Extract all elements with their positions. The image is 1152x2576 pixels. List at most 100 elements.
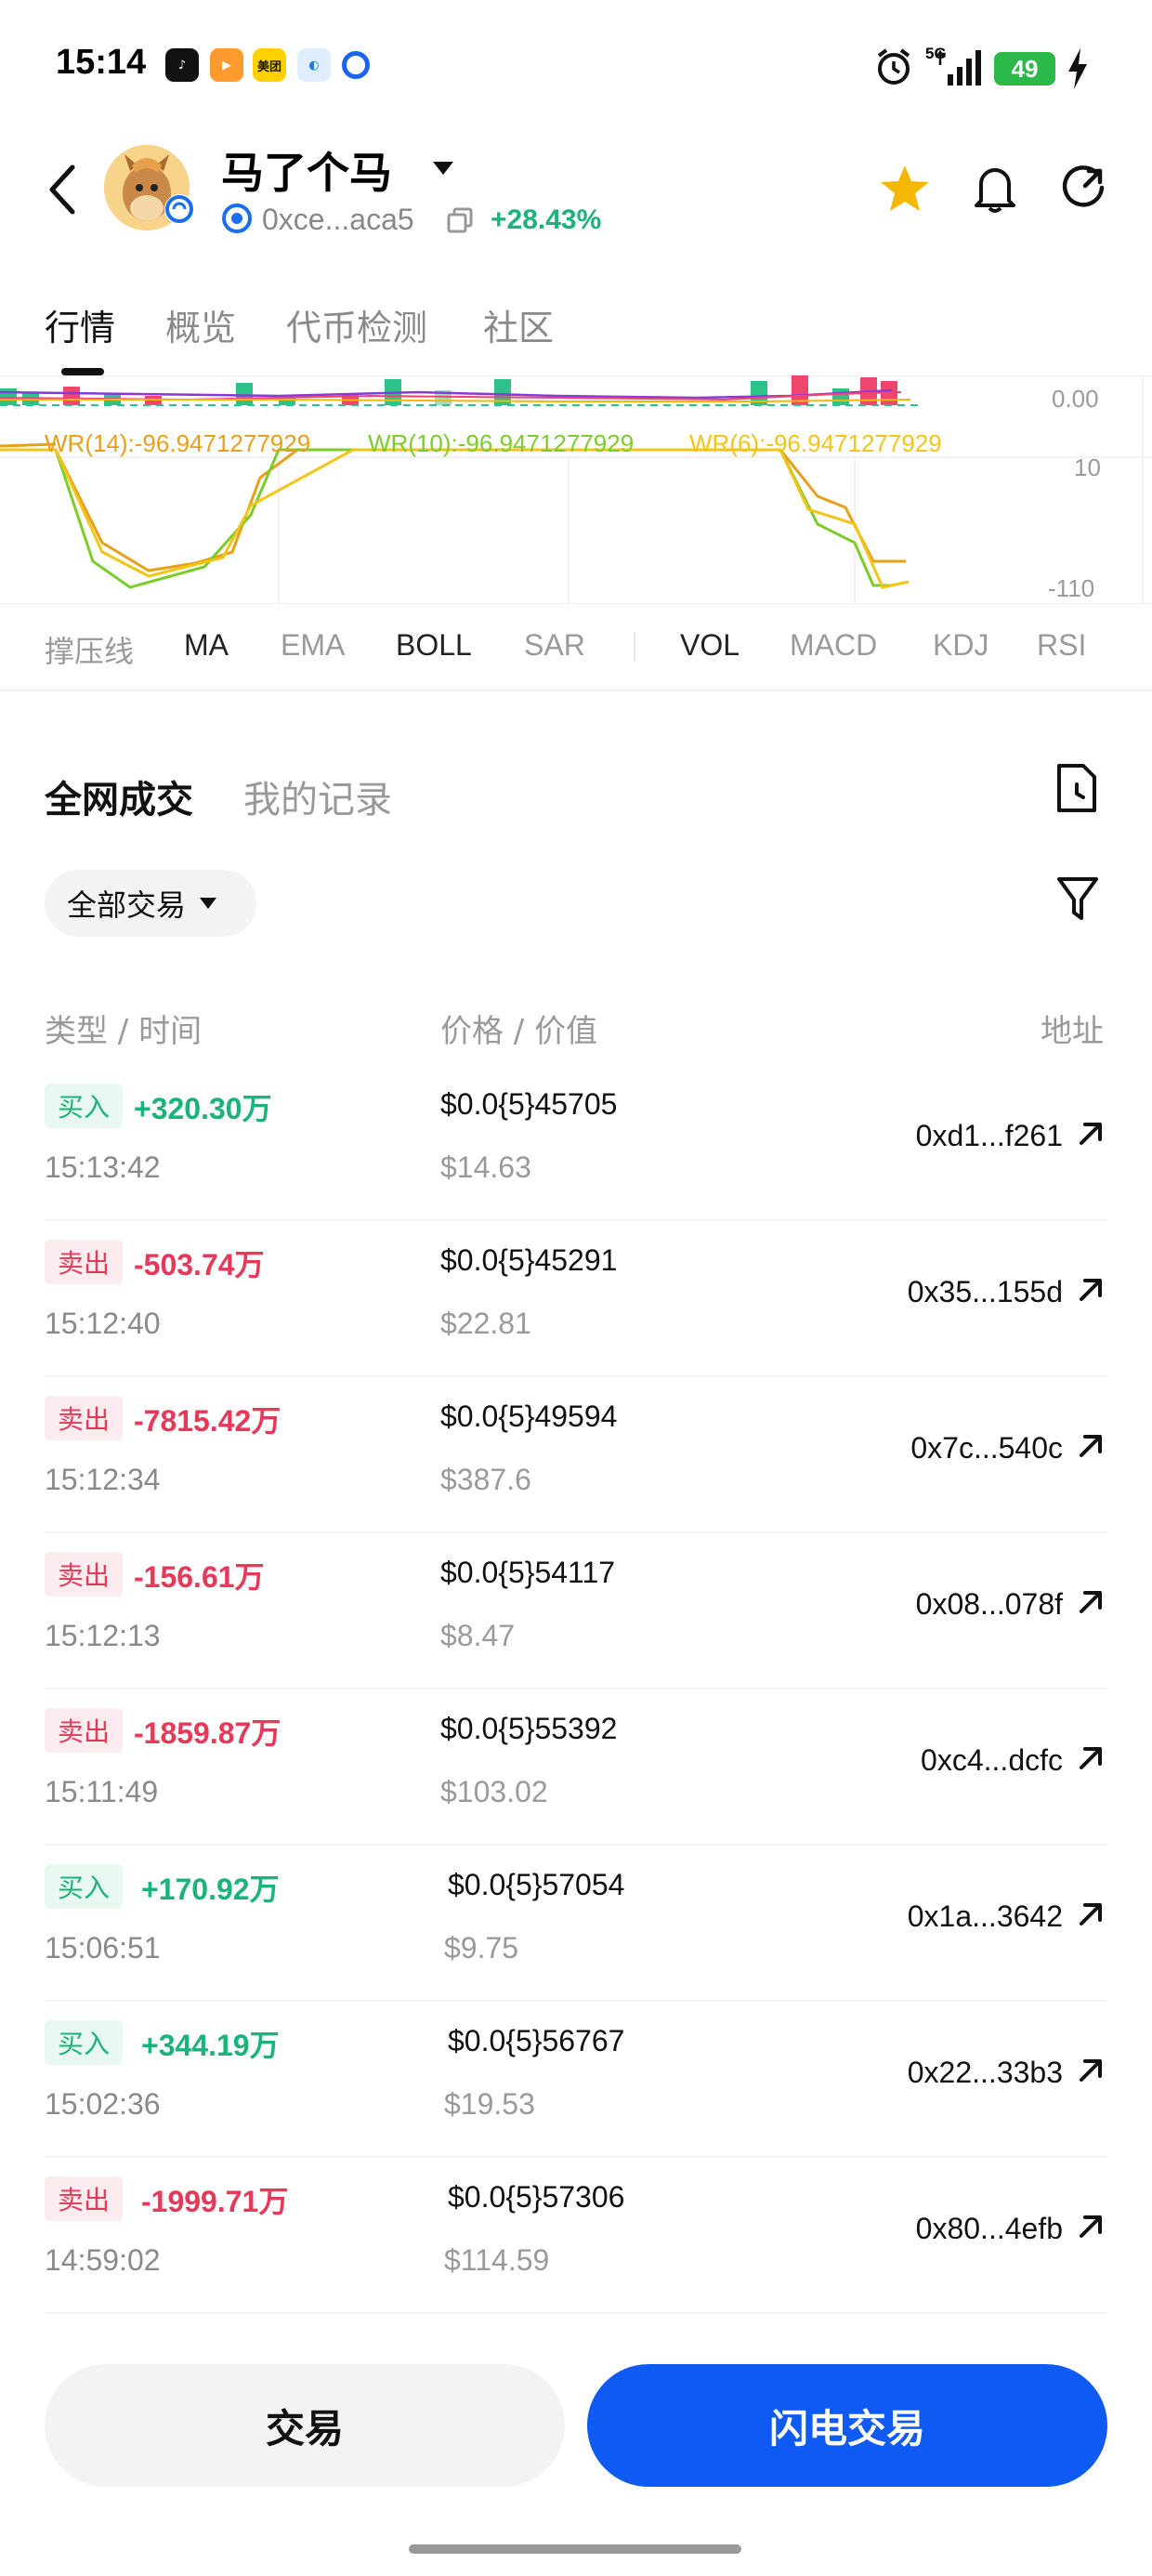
- bell-icon[interactable]: [972, 160, 1018, 216]
- wr14-legend: WR(14):-96.9471277929: [45, 429, 311, 457]
- trade-type-badge: 买入: [45, 2020, 124, 2065]
- battery-indicator: 49: [994, 52, 1055, 85]
- column-price-value: 价格 / 价值: [440, 1013, 598, 1050]
- trade-address[interactable]: 0x08...078f: [916, 1587, 1063, 1622]
- external-link-arrow-icon[interactable]: [1074, 1117, 1107, 1150]
- trade-type-badge: 卖出: [45, 1708, 124, 1753]
- trade-address[interactable]: 0x22...33b3: [908, 2056, 1063, 2090]
- trade-amount: +320.30万: [134, 1092, 272, 1125]
- trade-address[interactable]: 0x1a...3642: [908, 1899, 1063, 1934]
- external-link-arrow-icon[interactable]: [1074, 2210, 1107, 2243]
- trade-time: 15:12:13: [45, 1619, 161, 1652]
- indicator-chart[interactable]: [0, 375, 1152, 604]
- trade-row[interactable]: 买入 +344.19万 15:02:36 $0.0{5}56767 $19.53 0x22…: [45, 2002, 1107, 2158]
- trade-row[interactable]: 买入 +320.30万 15:13:42 $0.0{5}45705 $14.63 0xd1…: [45, 1065, 1107, 1221]
- trade-address[interactable]: 0x7c...540c: [910, 1431, 1063, 1465]
- tab-market[interactable]: 行情: [45, 299, 115, 350]
- trade-price: $0.0{5}54117: [440, 1556, 616, 1589]
- indicator-sar[interactable]: SAR: [524, 628, 585, 663]
- trade-address[interactable]: 0x80...4efb: [916, 2212, 1063, 2246]
- back-arrow-icon[interactable]: [46, 164, 78, 216]
- indicator-vol[interactable]: VOL: [680, 628, 740, 663]
- video-app-icon: ▶: [210, 48, 243, 82]
- network-logo-icon: [222, 204, 252, 233]
- price-change: +28.43%: [491, 204, 602, 235]
- indicator-ma[interactable]: MA: [184, 628, 229, 663]
- trade-price: $0.0{5}55392: [440, 1712, 618, 1745]
- tab-overview[interactable]: 概览: [165, 299, 236, 350]
- trade-address[interactable]: 0xc4...dcfc: [921, 1743, 1063, 1778]
- trade-amount: -1859.87万: [134, 1716, 281, 1750]
- indicator-macd[interactable]: MACD: [790, 628, 877, 663]
- trade-amount: -156.61万: [134, 1560, 265, 1594]
- home-indicator[interactable]: [409, 2544, 741, 2554]
- column-type-time: 类型 / 时间: [45, 1013, 203, 1050]
- external-link-arrow-icon[interactable]: [1074, 1429, 1107, 1463]
- alarm-icon: [877, 48, 910, 85]
- flash-trade-button[interactable]: 闪电交易: [587, 2364, 1107, 2487]
- trade-row[interactable]: 卖出 -1999.71万 14:59:02 $0.0{5}57306 $114.59 0x…: [45, 2158, 1107, 2314]
- trade-address[interactable]: 0xd1...f261: [916, 1119, 1063, 1153]
- trade-price: $0.0{5}56767: [448, 2024, 625, 2057]
- history-document-icon[interactable]: [1054, 762, 1100, 814]
- indicator-separator: [634, 632, 635, 662]
- indicator-support-resistance[interactable]: 撑压线: [45, 628, 134, 671]
- trade-type-badge: 卖出: [45, 1396, 124, 1440]
- tab-community[interactable]: 社区: [483, 299, 554, 350]
- filter-caret-icon: [200, 898, 217, 909]
- indicator-kdj[interactable]: KDJ: [933, 628, 988, 663]
- dropdown-caret-icon[interactable]: [431, 160, 455, 177]
- trade-type-badge: 买入: [45, 1864, 124, 1909]
- tab-token-check[interactable]: 代币检测: [286, 299, 427, 350]
- trade-type-filter[interactable]: 全部交易: [45, 870, 256, 937]
- trade-row[interactable]: 卖出 -7815.42万 15:12:34 $0.0{5}49594 $387.6 0x7…: [45, 1377, 1107, 1533]
- trade-value: $114.59: [444, 2243, 550, 2277]
- external-link-arrow-icon[interactable]: [1074, 1741, 1107, 1775]
- active-tab-indicator: [61, 368, 104, 375]
- external-link-arrow-icon[interactable]: [1074, 2054, 1107, 2087]
- volume-axis-label: 0.00: [1052, 385, 1099, 413]
- external-link-arrow-icon[interactable]: [1074, 1898, 1107, 1931]
- share-icon[interactable]: [1061, 165, 1107, 212]
- section-divider: [0, 690, 1152, 691]
- trade-price: $0.0{5}45291: [440, 1243, 618, 1277]
- trade-time: 15:02:36: [45, 2087, 161, 2121]
- indicator-ema[interactable]: EMA: [281, 628, 345, 663]
- trade-time: 15:12:34: [45, 1463, 161, 1496]
- signal-icon: [935, 50, 981, 85]
- trade-value: $9.75: [444, 1931, 519, 1965]
- trade-row[interactable]: 卖出 -156.61万 15:12:13 $0.0{5}54117 $8.47 0x08.…: [45, 1533, 1107, 1689]
- trade-value: $8.47: [440, 1619, 516, 1652]
- tab-all-trades[interactable]: 全网成交: [45, 769, 193, 823]
- funnel-filter-icon[interactable]: [1055, 874, 1100, 924]
- trade-type-badge: 买入: [45, 1084, 124, 1128]
- cloud-app-icon: ◐: [297, 48, 331, 82]
- trade-row[interactable]: 卖出 -1859.87万 15:11:49 $0.0{5}55392 $103.02 0x…: [45, 1689, 1107, 1846]
- wr10-legend: WR(10):-96.9471277929: [368, 429, 635, 457]
- indicator-rsi[interactable]: RSI: [1037, 628, 1086, 663]
- copy-icon[interactable]: [446, 206, 474, 234]
- trade-row[interactable]: 买入 +170.92万 15:06:51 $0.0{5}57054 $9.75 0x1a.…: [45, 1846, 1107, 2002]
- external-link-arrow-icon[interactable]: [1074, 1273, 1107, 1307]
- trade-row[interactable]: 卖出 -503.74万 15:12:40 $0.0{5}45291 $22.81 0x35…: [45, 1221, 1107, 1377]
- star-favorite-icon[interactable]: [879, 164, 931, 214]
- trade-time: 15:11:49: [45, 1775, 159, 1808]
- trade-address[interactable]: 0x35...155d: [908, 1275, 1063, 1309]
- trade-time: 15:06:51: [45, 1931, 161, 1965]
- token-name[interactable]: 马了个马: [221, 139, 392, 201]
- indicator-boll[interactable]: BOLL: [396, 628, 472, 663]
- status-time: 15:14: [56, 43, 147, 82]
- trade-button[interactable]: 交易: [45, 2364, 565, 2487]
- wr6-legend: WR(6):-96.9471277929: [689, 429, 942, 457]
- external-link-arrow-icon[interactable]: [1074, 1585, 1107, 1619]
- trade-amount: -1999.71万: [141, 2185, 289, 2218]
- wr-axis-top: 10: [1074, 453, 1101, 481]
- wr-axis-bottom: -110: [1048, 574, 1095, 602]
- trade-time: 15:12:40: [45, 1307, 161, 1340]
- tab-my-records[interactable]: 我的记录: [243, 769, 392, 823]
- tiktok-icon: ♪: [165, 48, 199, 82]
- trade-price: $0.0{5}45705: [440, 1087, 618, 1121]
- trade-type-badge: 卖出: [45, 1240, 124, 1284]
- trade-type-badge: 卖出: [45, 2176, 124, 2221]
- blue-dot-app-icon: [342, 51, 370, 79]
